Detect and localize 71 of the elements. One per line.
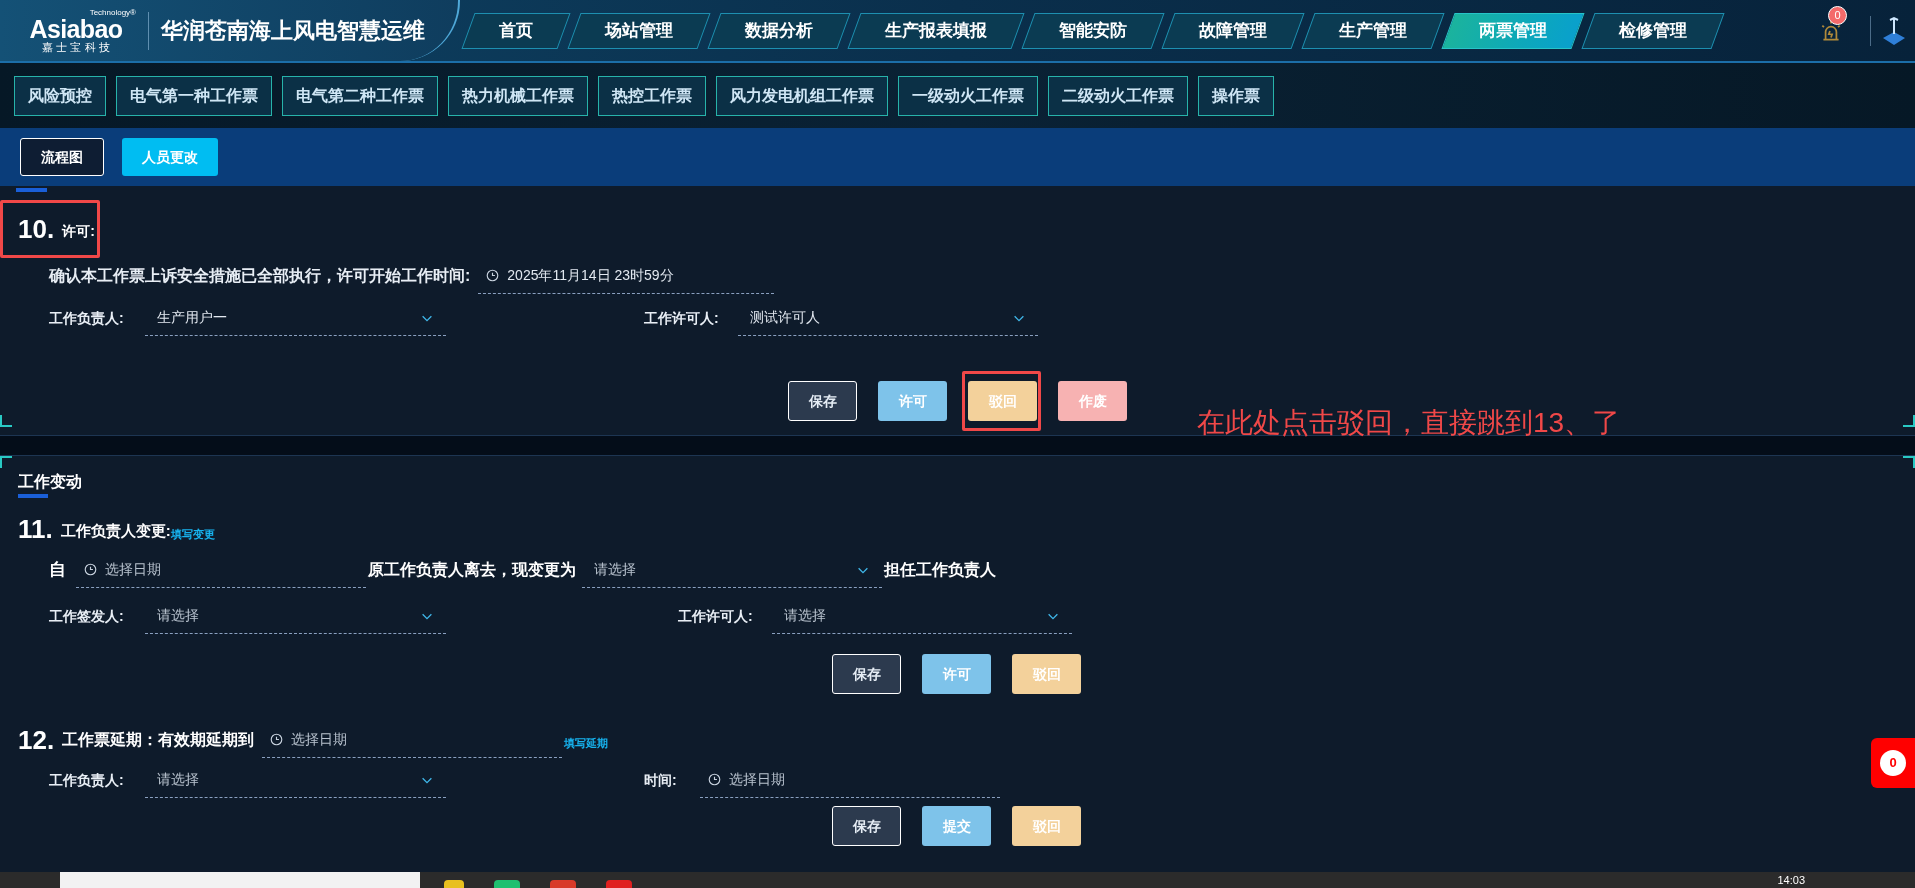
field-label: 工作许可人: (644, 308, 720, 328)
field-label: 工作许可人: (678, 606, 754, 626)
heading-underline (16, 188, 47, 192)
step-number: 11. (18, 516, 53, 542)
corner-bracket (0, 456, 12, 468)
field-label: 时间: (644, 770, 678, 790)
step-number: 12. (18, 727, 55, 753)
nav-tab[interactable]: 数据分析 (707, 12, 851, 49)
corner-bracket (0, 415, 12, 427)
save-button[interactable]: 保存 (832, 806, 901, 846)
nav-tab[interactable]: 生产报表填报 (847, 12, 1025, 49)
select-field[interactable]: 请选择 (145, 762, 446, 798)
nav-tab[interactable]: 生产管理 (1301, 12, 1445, 49)
ticket-type-button[interactable]: 风险预控 (14, 75, 106, 116)
clock-icon (270, 733, 284, 746)
fill-change-link[interactable]: 填写变更 (170, 525, 215, 542)
nav-tab[interactable]: 故障管理 (1161, 12, 1305, 49)
clock-icon (84, 563, 97, 576)
taskbar-app-icon[interactable] (606, 880, 632, 888)
corner-bracket (1903, 415, 1915, 427)
taskbar-app-icon[interactable] (494, 880, 520, 888)
save-button[interactable]: 保存 (832, 654, 901, 694)
app-title: 华润苍南海上风电智慧运维 (161, 17, 425, 45)
nav-tab[interactable]: 场站管理 (567, 12, 711, 49)
nav-tab[interactable]: 智能安防 (1021, 12, 1165, 49)
nav-tab[interactable]: 检修管理 (1581, 12, 1725, 49)
date-field[interactable]: 2025年11月14日 23时59分 (478, 258, 775, 294)
ticket-type-button[interactable]: 热力机械工作票 (448, 75, 588, 116)
date-field[interactable]: 选择日期 (700, 762, 1000, 798)
field-label: 工作签发人: (49, 606, 125, 626)
ticket-type-button[interactable]: 电气第二种工作票 (282, 75, 438, 116)
view-tab[interactable]: 流程图 (20, 138, 104, 176)
date-field[interactable]: 选择日期 (76, 552, 366, 588)
taskbar-app-icon[interactable] (550, 880, 576, 888)
clock-icon (708, 773, 721, 786)
ticket-type-button[interactable]: 风力发电机组工作票 (716, 75, 888, 116)
step-number: 10. (18, 216, 55, 242)
section-heading: 工作变动 (18, 472, 82, 492)
change-suffix: 担任工作负责人 (884, 560, 996, 581)
ticket-type-button[interactable]: 一级动火工作票 (898, 75, 1038, 116)
select-field[interactable]: 请选择 (772, 598, 1072, 634)
change-statement: 原工作负责人离去，现变更为 (368, 560, 576, 581)
date-field[interactable]: 选择日期 (262, 722, 563, 758)
ticket-type-button[interactable]: 热控工作票 (598, 75, 706, 116)
clock-icon (486, 269, 500, 282)
save-button[interactable]: 保存 (788, 381, 857, 421)
annotation-text: 在此处点击驳回，直接跳到13、了 (1197, 406, 1621, 440)
step-title: 工作负责人变更: (60, 520, 171, 539)
taskbar-app-icon[interactable] (444, 880, 464, 888)
ticket-type-button[interactable]: 二级动火工作票 (1048, 75, 1188, 116)
permit-statement: 确认本工作票上诉安全措施已全部执行，许可开始工作时间: (49, 266, 471, 286)
nav-tab[interactable]: 首页 (461, 12, 571, 49)
heading-underline (18, 494, 48, 498)
alarm-count-badge: 0 (1828, 5, 1847, 25)
step-title: 许可: (62, 222, 95, 241)
field-label: 工作负责人: (49, 308, 125, 328)
corner-bracket (1903, 456, 1915, 468)
float-badge-button[interactable]: 0 (1871, 738, 1915, 788)
select-field[interactable]: 生产用户一 (145, 300, 446, 336)
select-field[interactable]: 请选择 (582, 552, 882, 588)
ticket-type-button[interactable]: 操作票 (1198, 75, 1274, 116)
field-label: 工作负责人: (49, 770, 125, 790)
float-badge-count: 0 (1880, 750, 1906, 776)
step-title: 工作票延期：有效期延期到 (62, 730, 255, 750)
logo: Technology® Asiabao 嘉 士 宝 科 技 (28, 8, 136, 53)
select-field[interactable]: 测试许可人 (738, 300, 1038, 336)
taskbar-clock: 14:03 (1777, 874, 1805, 886)
select-field[interactable]: 请选择 (145, 598, 446, 634)
ticket-type-button[interactable]: 电气第一种工作票 (116, 75, 272, 116)
from-label: 自 (49, 559, 67, 582)
fill-extension-link[interactable]: 填写延期 (564, 734, 609, 752)
